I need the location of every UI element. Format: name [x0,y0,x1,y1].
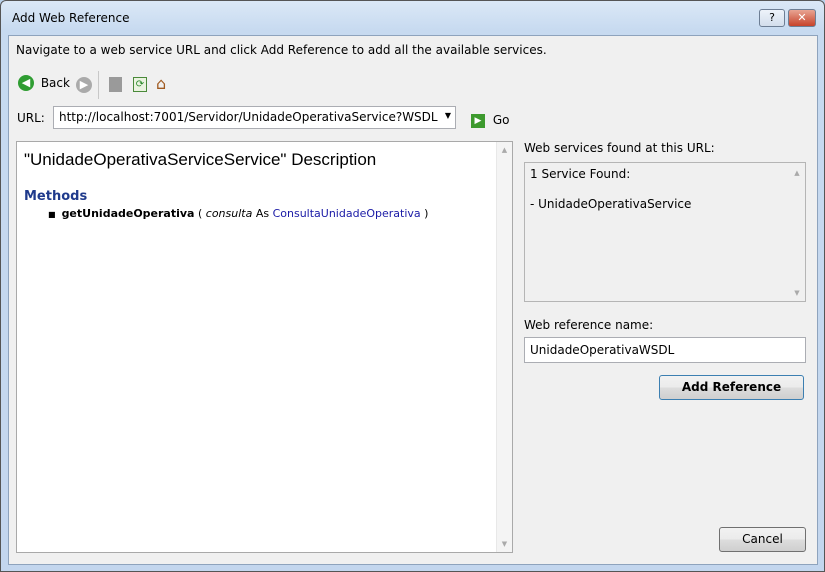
cancel-button[interactable]: Cancel [719,527,806,552]
service-description-pane[interactable]: "UnidadeOperativaServiceService" Descrip… [16,141,513,553]
dialog-window: Add Web Reference ? ✕ Navigate to a web … [0,0,825,572]
description-heading: "UnidadeOperativaServiceService" Descrip… [24,150,377,169]
help-button[interactable]: ? [759,9,785,27]
instruction-text: Navigate to a web service URL and click … [16,43,547,57]
description-scrollbar[interactable]: ▲ ▼ [496,142,512,552]
back-label: Back [40,75,70,90]
reference-name-label: Web reference name: [524,318,654,332]
reference-name-value: UnidadeOperativaWSDL [530,343,675,357]
go-label: Go [492,113,510,127]
back-button[interactable]: ◀ Back [18,75,70,91]
url-label: URL: [17,111,45,125]
methods-heading: Methods [24,189,88,204]
close-button[interactable]: ✕ [788,9,816,27]
dialog-client: Navigate to a web service URL and click … [8,35,818,565]
add-reference-button[interactable]: Add Reference [659,375,804,400]
window-title: Add Web Reference [12,11,130,25]
home-icon[interactable]: ⌂ [156,74,166,93]
services-count: 1 Service Found: [530,167,631,181]
go-button[interactable]: ▶ Go [471,113,509,128]
back-arrow-icon: ◀ [18,75,34,91]
url-combobox[interactable]: http://localhost:7001/Servidor/UnidadeOp… [53,106,456,129]
dropdown-arrow-icon[interactable]: ▼ [445,111,451,120]
title-bar: Add Web Reference ? ✕ [1,1,824,35]
services-found-box: 1 Service Found: - UnidadeOperativaServi… [524,162,806,302]
reference-name-input[interactable]: UnidadeOperativaWSDL [524,337,806,363]
method-param: consulta [205,207,253,220]
method-list-item: ■ getUnidadeOperativa ( consulta As Consu… [48,207,429,220]
forward-arrow-icon[interactable]: ▶ [76,77,92,93]
go-arrow-icon: ▶ [471,113,485,128]
url-value: http://localhost:7001/Servidor/UnidadeOp… [59,110,438,124]
method-name[interactable]: getUnidadeOperativa [62,207,195,220]
refresh-icon[interactable]: ⟳ [133,77,147,92]
stop-icon[interactable] [109,77,122,92]
services-scrollbar[interactable]: ▲ ▼ [789,163,805,301]
toolbar-separator [98,71,99,99]
services-found-label: Web services found at this URL: [524,141,715,155]
method-type-link[interactable]: ConsultaUnidadeOperativa [273,207,421,220]
service-item: - UnidadeOperativaService [530,197,692,211]
